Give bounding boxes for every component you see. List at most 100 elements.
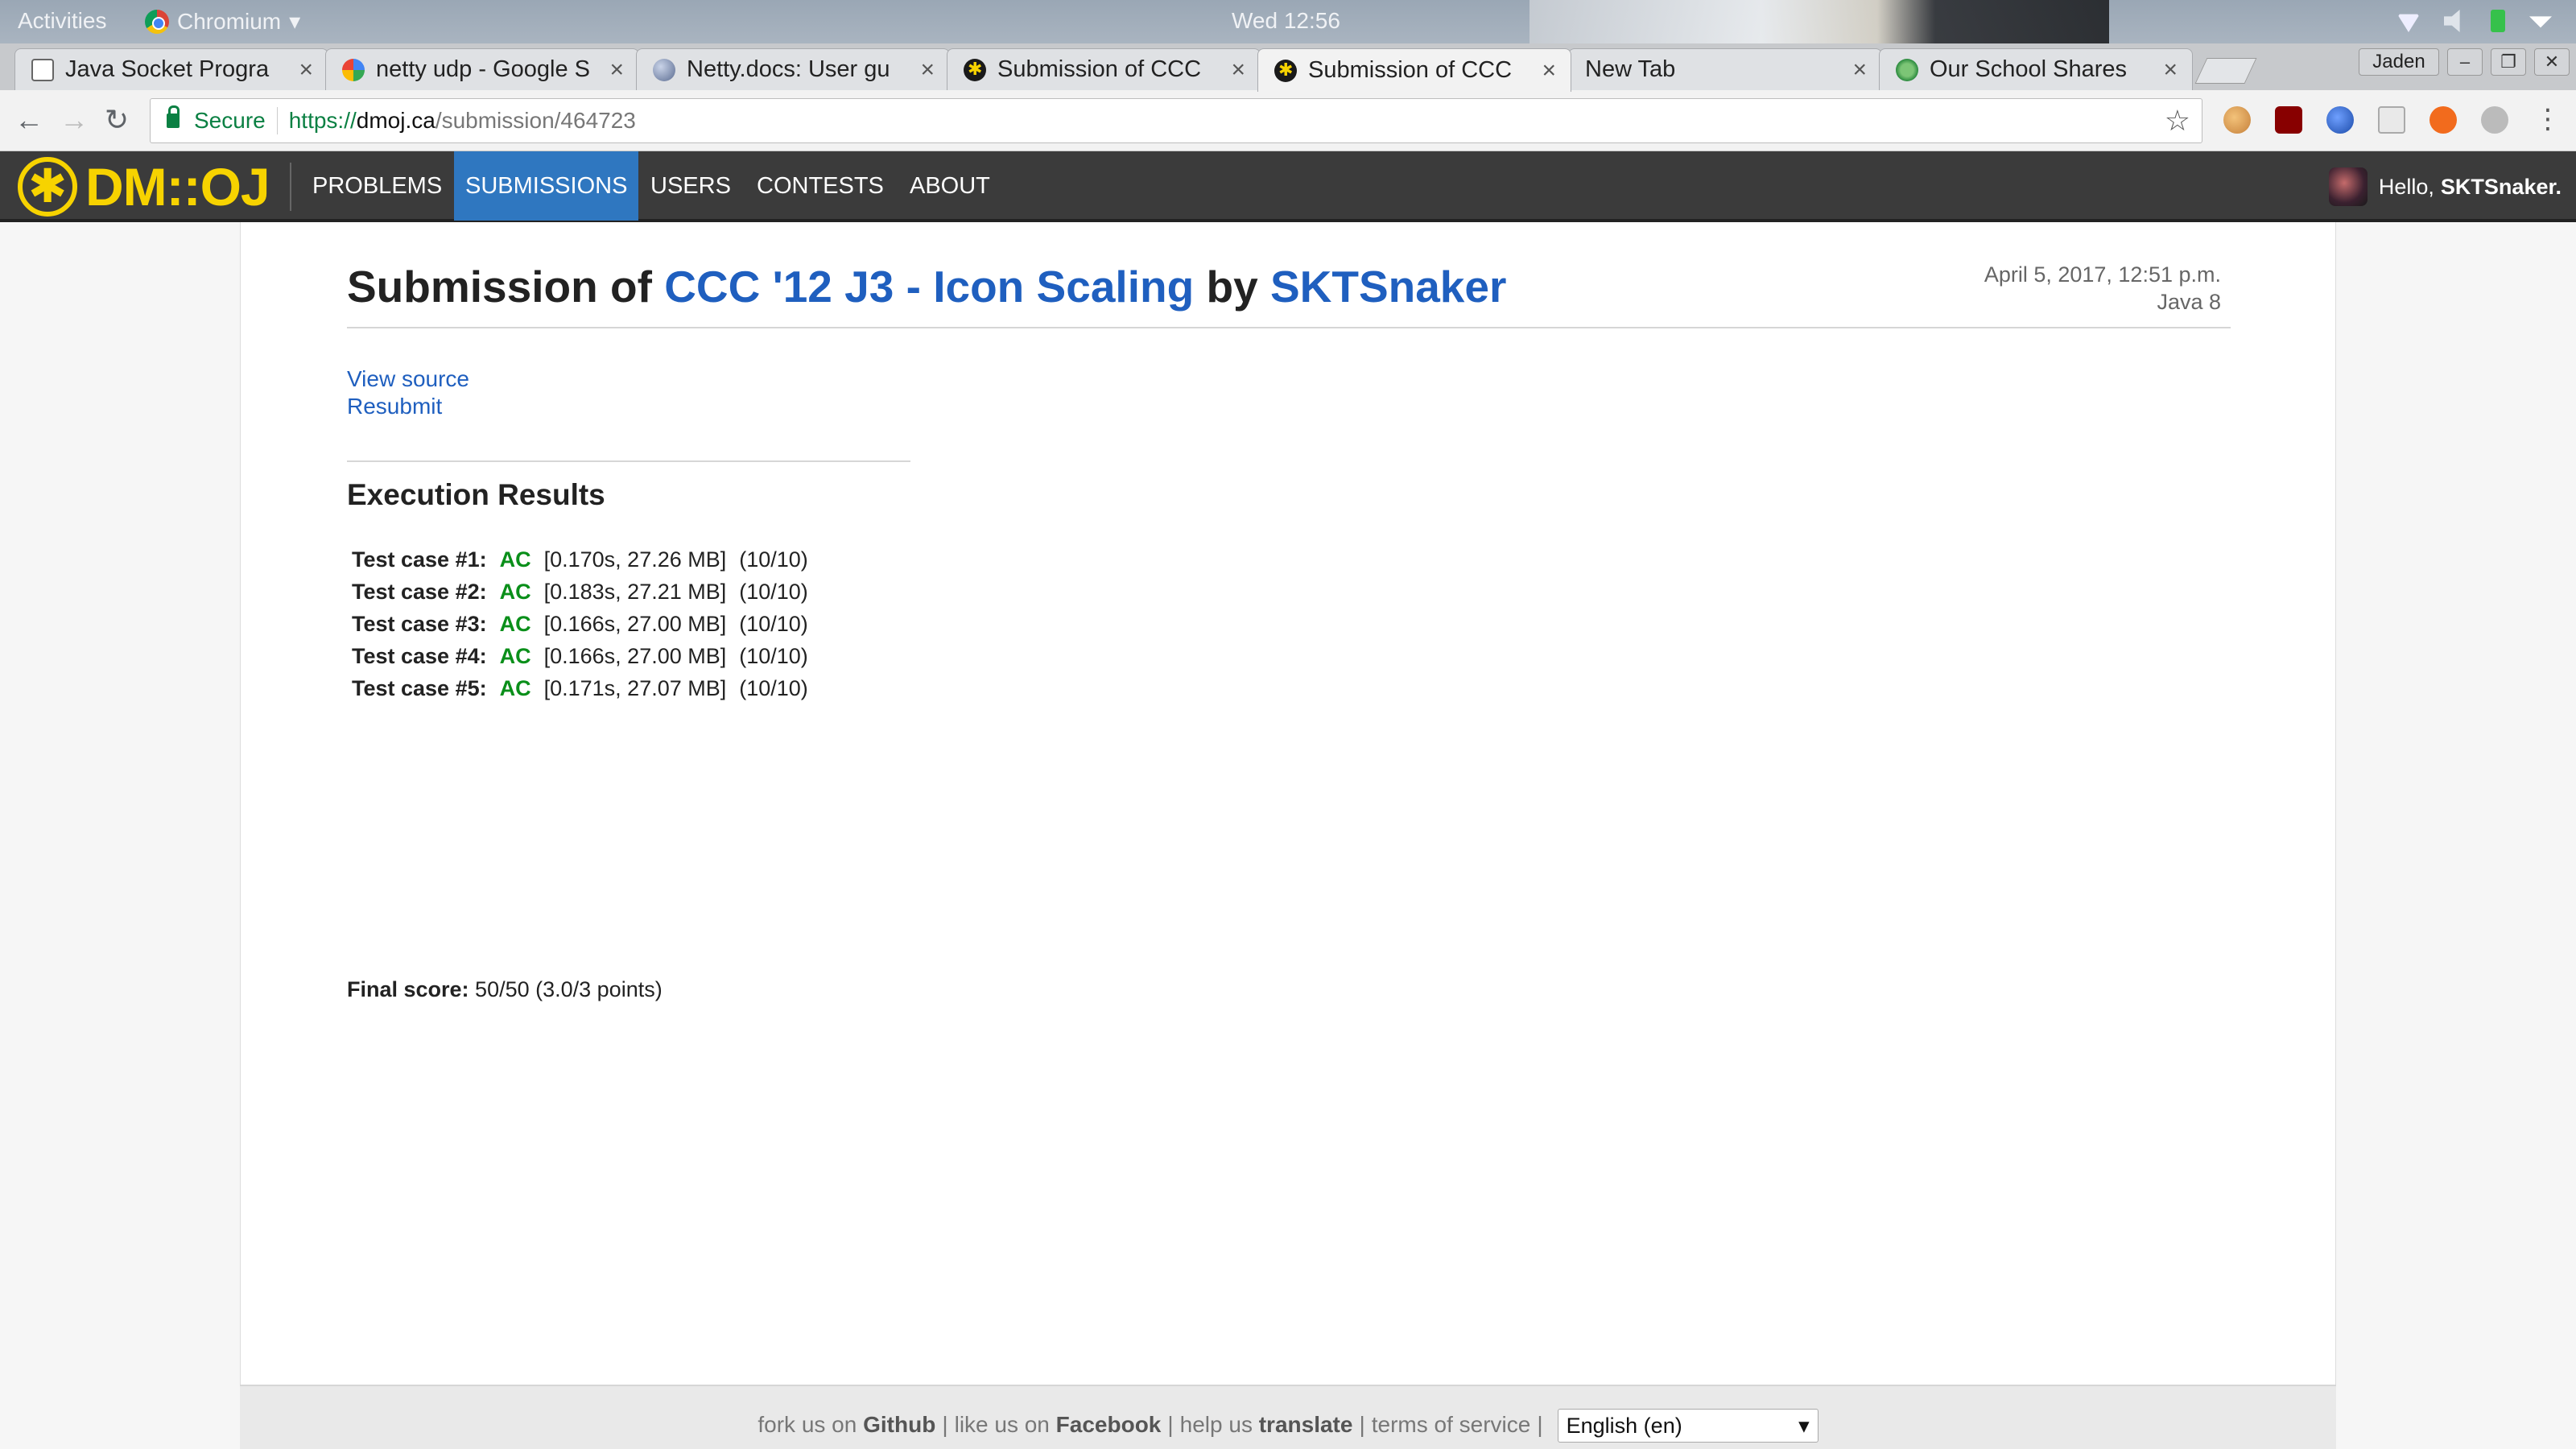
tab[interactable]: Java Socket Progra ×: [14, 48, 328, 90]
tab[interactable]: Submission of CCC ×: [947, 48, 1261, 90]
lock-icon: [167, 105, 180, 128]
nav-submissions[interactable]: SUBMISSIONS: [454, 151, 639, 221]
nav-about[interactable]: ABOUT: [898, 151, 1001, 221]
tab-title: Java Socket Progra: [65, 56, 270, 82]
test-case-stats: [0.171s, 27.07 MB]: [543, 676, 727, 700]
submission-language: Java 8: [2157, 290, 2221, 314]
final-score-label: Final score:: [347, 977, 469, 1001]
table-row: Test case #2: AC [0.183s, 27.21 MB] (10/…: [352, 576, 819, 607]
like-prefix: like us on: [954, 1412, 1050, 1437]
chevron-down-icon: ▾: [289, 9, 301, 34]
reload-icon[interactable]: ↻: [105, 103, 129, 137]
tab[interactable]: Our School Shares ×: [1879, 48, 2193, 90]
heading-by: by: [1194, 262, 1270, 312]
status-badge: AC: [499, 580, 531, 604]
address-bar[interactable]: Secure https:// dmoj.ca /submission/4647…: [150, 98, 2202, 143]
dmoj-icon: [964, 58, 986, 81]
orange-extension-icon[interactable]: [2429, 106, 2457, 134]
resubmit-link[interactable]: Resubmit: [347, 393, 469, 420]
site-logo[interactable]: ✱ DM::OJ: [18, 156, 270, 217]
secure-label: Secure: [194, 108, 266, 133]
minimize-icon[interactable]: –: [2447, 48, 2483, 76]
tab[interactable]: Netty.docs: User gu ×: [636, 48, 950, 90]
test-case-label: Test case #2:: [352, 580, 487, 604]
app-menu[interactable]: Chromium ▾: [145, 8, 300, 35]
url-scheme: https://: [288, 108, 357, 133]
terms-link[interactable]: terms of service: [1372, 1412, 1531, 1438]
page-title: Submission of CCC '12 J3 - Icon Scaling …: [347, 261, 1506, 312]
facebook-link[interactable]: Facebook: [1056, 1412, 1162, 1438]
gnome-top-bar: Activities Chromium ▾ Wed 12:56: [0, 0, 2576, 43]
new-tab-button[interactable]: [2194, 58, 2257, 84]
ublock-extension-icon[interactable]: [2275, 106, 2302, 134]
close-icon[interactable]: ×: [1852, 56, 1867, 84]
cookie-extension-icon[interactable]: [2223, 106, 2251, 134]
close-icon[interactable]: ×: [1542, 57, 1556, 85]
activities-button[interactable]: Activities: [18, 8, 106, 34]
view-source-link[interactable]: View source: [347, 365, 469, 393]
heading-prefix: Submission of: [347, 262, 665, 312]
mail-extension-icon[interactable]: [2378, 106, 2405, 134]
title-divider: [347, 327, 2231, 328]
footer-separator: |: [1167, 1412, 1174, 1437]
chromium-icon: [145, 9, 169, 34]
tab-strip: Java Socket Progra × netty udp - Google …: [0, 43, 2576, 92]
avatar: [2328, 167, 2368, 206]
system-menu-icon[interactable]: [2529, 16, 2552, 28]
close-icon[interactable]: ×: [920, 56, 935, 84]
wallpaper-peek: [1530, 0, 2109, 43]
table-row: Test case #4: AC [0.166s, 27.00 MB] (10/…: [352, 641, 819, 671]
kebab-menu-icon[interactable]: ⋮: [2534, 103, 2562, 135]
author-link[interactable]: SKTSnaker: [1270, 262, 1506, 312]
fork-prefix: fork us on: [758, 1412, 857, 1437]
test-case-label: Test case #1:: [352, 547, 487, 572]
nav-users[interactable]: USERS: [639, 151, 742, 221]
tab[interactable]: netty udp - Google S ×: [325, 48, 639, 90]
close-icon[interactable]: ×: [1231, 56, 1245, 84]
table-row: Test case #3: AC [0.166s, 27.00 MB] (10/…: [352, 609, 819, 639]
user-menu[interactable]: Hello, SKTSnaker.: [2328, 167, 2562, 206]
submission-meta: April 5, 2017, 12:51 p.m. Java 8: [1984, 261, 2221, 316]
tab-active[interactable]: Submission of CCC ×: [1257, 48, 1571, 92]
profile-button[interactable]: Jaden: [2359, 48, 2439, 76]
app-menu-label: Chromium: [177, 8, 282, 34]
forward-icon[interactable]: →: [60, 103, 89, 137]
back-icon[interactable]: ←: [14, 103, 43, 137]
page-container: Submission of CCC '12 J3 - Icon Scaling …: [240, 222, 2336, 1385]
close-window-icon[interactable]: ✕: [2534, 48, 2570, 76]
gray-extension-icon[interactable]: [2481, 106, 2508, 134]
site-navbar: ✱ DM::OJ PROBLEMS SUBMISSIONS USERS CONT…: [0, 151, 2576, 222]
url-host: dmoj.ca: [356, 108, 436, 133]
volume-icon: [2444, 10, 2460, 32]
final-score: Final score: 50/50 (3.0/3 points): [347, 977, 663, 1002]
globe-extension-icon[interactable]: [2326, 106, 2354, 134]
submission-actions: View source Resubmit: [347, 365, 469, 420]
close-icon[interactable]: ×: [2163, 56, 2178, 84]
language-select[interactable]: English (en) ▾: [1557, 1409, 1818, 1443]
test-case-score: (10/10): [739, 547, 808, 572]
translate-link[interactable]: translate: [1259, 1412, 1353, 1438]
tab-title: netty udp - Google S: [376, 56, 590, 82]
nav-problems[interactable]: PROBLEMS: [301, 151, 453, 221]
tab[interactable]: New Tab ×: [1568, 48, 1882, 90]
nav-contests[interactable]: CONTESTS: [745, 151, 895, 221]
github-link[interactable]: Github: [863, 1412, 935, 1438]
document-icon: [31, 58, 54, 81]
table-row: Test case #1: AC [0.170s, 27.26 MB] (10/…: [352, 544, 819, 575]
close-icon[interactable]: ×: [609, 56, 624, 84]
restore-icon[interactable]: ❐: [2491, 48, 2526, 76]
tab-title: New Tab: [1585, 56, 1676, 82]
omnibox-divider: [276, 107, 278, 134]
clock[interactable]: Wed 12:56: [1232, 8, 1340, 34]
battery-icon: [2491, 10, 2505, 32]
username: SKTSnaker.: [2440, 174, 2562, 199]
close-icon[interactable]: ×: [299, 56, 313, 84]
browser-toolbar: ← → ↻ Secure https:// dmoj.ca /submissio…: [0, 90, 2576, 151]
system-status-area[interactable]: [2397, 10, 2552, 32]
site-footer: fork us on Github | like us on Facebook …: [240, 1385, 2336, 1449]
footer-separator: |: [1359, 1412, 1365, 1437]
help-prefix: help us: [1179, 1412, 1253, 1437]
bookmark-star-icon[interactable]: ☆: [2165, 104, 2190, 138]
shares-icon: [1896, 58, 1918, 81]
problem-link[interactable]: CCC '12 J3 - Icon Scaling: [664, 262, 1194, 312]
